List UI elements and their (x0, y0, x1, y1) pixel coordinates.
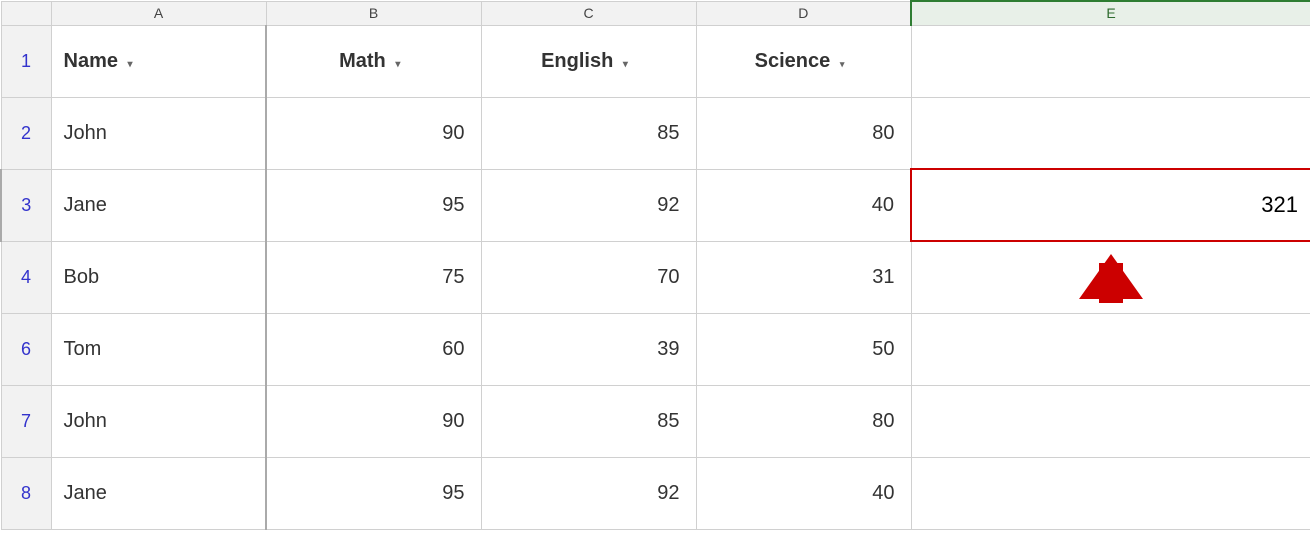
math-column-header[interactable]: Math ▾ (266, 25, 481, 97)
cell-b7[interactable]: 90 (266, 385, 481, 457)
cell-a8[interactable]: Jane (51, 457, 266, 529)
cell-a6[interactable]: Tom (51, 313, 266, 385)
cell-c4[interactable]: 70 (481, 241, 696, 313)
cell-b3[interactable]: 95 (266, 169, 481, 241)
data-header-row: 1 Name ▾ Math ▾ English ▾ Science (1, 25, 1310, 97)
science-column-header[interactable]: Science ▾ (696, 25, 911, 97)
table-row: 3 Jane 95 92 40 321 (1, 169, 1310, 241)
row-num-1: 1 (1, 25, 51, 97)
row-num-3: 3 (1, 169, 51, 241)
cell-c3[interactable]: 92 (481, 169, 696, 241)
cell-a7[interactable]: John (51, 385, 266, 457)
col-e-header[interactable]: E (911, 1, 1310, 25)
row-num-4: 4 (1, 241, 51, 313)
column-header-row: A B C D E (1, 1, 1310, 25)
math-header-label: Math (339, 50, 386, 72)
col-a-header[interactable]: A (51, 1, 266, 25)
cell-c7[interactable]: 85 (481, 385, 696, 457)
cell-b6[interactable]: 60 (266, 313, 481, 385)
cell-d3[interactable]: 40 (696, 169, 911, 241)
cell-d2[interactable]: 80 (696, 97, 911, 169)
name-filter-icon[interactable]: ▾ (128, 59, 133, 70)
row-num-7: 7 (1, 385, 51, 457)
cell-d8[interactable]: 40 (696, 457, 911, 529)
english-header-label: English (541, 50, 613, 72)
table-row: 7 John 90 85 80 (1, 385, 1310, 457)
row-num-6: 6 (1, 313, 51, 385)
science-filter-icon[interactable]: ▾ (840, 59, 845, 69)
col-c-header[interactable]: C (481, 1, 696, 25)
table-row: 4 Bob 75 70 31 (1, 241, 1310, 313)
english-filter-icon[interactable]: ▾ (623, 59, 628, 70)
table-row: 8 Jane 95 92 40 (1, 457, 1310, 529)
col-b-header[interactable]: B (266, 1, 481, 25)
cell-e7[interactable] (911, 385, 1310, 457)
name-header-label: Name (64, 50, 118, 72)
row-num-8: 8 (1, 457, 51, 529)
cell-e4-arrow (911, 241, 1310, 313)
cell-b2[interactable]: 90 (266, 97, 481, 169)
cell-d4[interactable]: 31 (696, 241, 911, 313)
cell-d6[interactable]: 50 (696, 313, 911, 385)
cell-d7[interactable]: 80 (696, 385, 911, 457)
grid-wrapper: A B C D E 1 Name ▾ Math ▾ (0, 0, 1310, 539)
science-header-label: Science (755, 50, 831, 72)
cell-c8[interactable]: 92 (481, 457, 696, 529)
e1-cell (911, 25, 1310, 97)
math-filter-icon[interactable]: ▾ (395, 59, 400, 70)
spreadsheet: A B C D E 1 Name ▾ Math ▾ (0, 0, 1310, 539)
cell-e6[interactable] (911, 313, 1310, 385)
cell-c6[interactable]: 39 (481, 313, 696, 385)
table-row: 6 Tom 60 39 50 (1, 313, 1310, 385)
english-column-header[interactable]: English ▾ (481, 25, 696, 97)
cell-b4[interactable]: 75 (266, 241, 481, 313)
cell-a3[interactable]: Jane (51, 169, 266, 241)
col-d-header[interactable]: D (696, 1, 911, 25)
name-column-header[interactable]: Name ▾ (51, 25, 266, 97)
spreadsheet-table: A B C D E 1 Name ▾ Math ▾ (0, 0, 1310, 530)
cell-c2[interactable]: 85 (481, 97, 696, 169)
cell-e8[interactable] (911, 457, 1310, 529)
row-num-2: 2 (1, 97, 51, 169)
cell-e2[interactable] (911, 97, 1310, 169)
cell-b8[interactable]: 95 (266, 457, 481, 529)
cell-a4[interactable]: Bob (51, 241, 266, 313)
corner-header (1, 1, 51, 25)
table-row: 2 John 90 85 80 (1, 97, 1310, 169)
cell-e3-active[interactable]: 321 (911, 169, 1310, 241)
cell-a2[interactable]: John (51, 97, 266, 169)
red-up-arrow-icon (920, 244, 1303, 311)
